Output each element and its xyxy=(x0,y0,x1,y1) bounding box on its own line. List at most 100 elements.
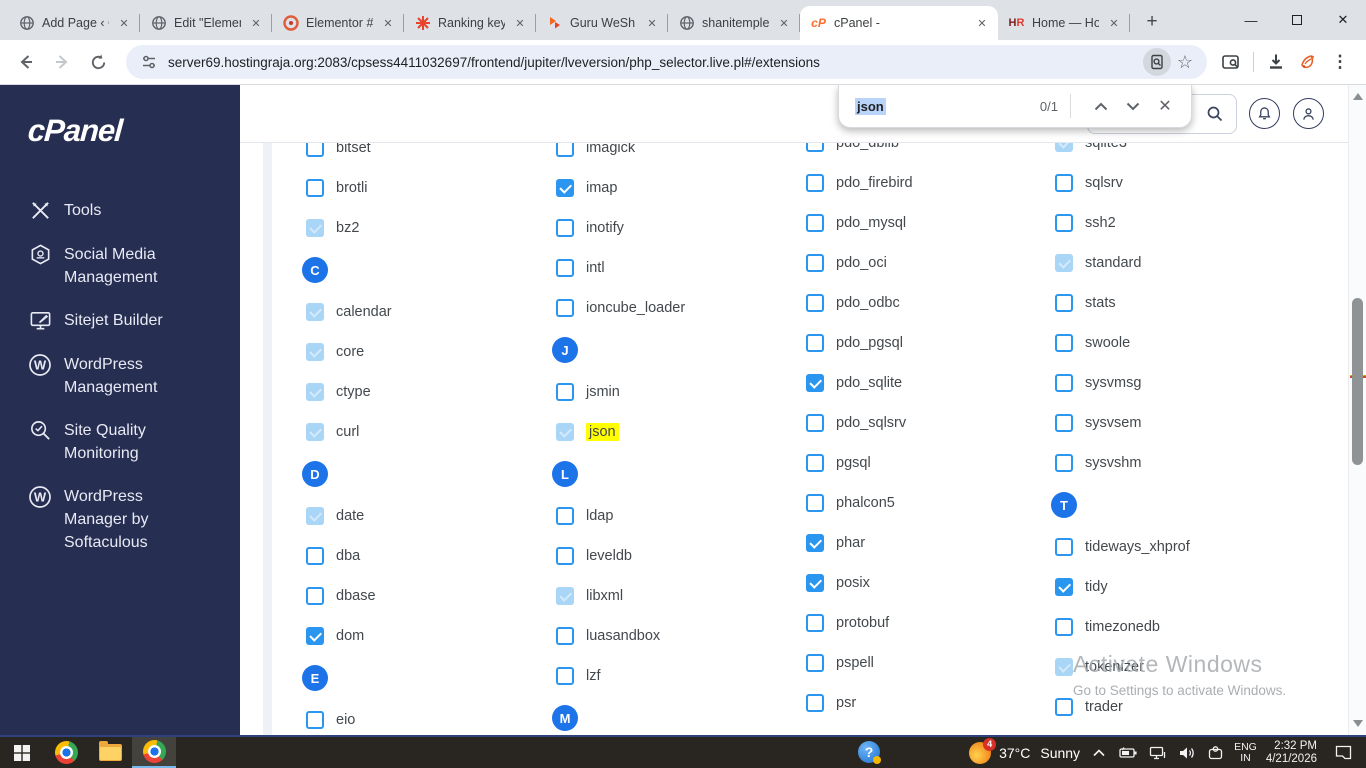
new-tab-button[interactable]: + xyxy=(1138,8,1166,36)
extension-checkbox-calendar[interactable] xyxy=(306,303,324,321)
sidebar-item-site-quality-monitoring[interactable]: Site Quality Monitoring xyxy=(0,409,240,475)
tab-close-icon[interactable]: ✕ xyxy=(512,15,528,31)
tab-close-icon[interactable]: ✕ xyxy=(776,15,792,31)
sidebar-item-social-media-management[interactable]: Social Media Management xyxy=(0,233,240,299)
minimize-button[interactable]: — xyxy=(1228,0,1274,40)
browser-tab[interactable]: Elementor #9✕ xyxy=(272,6,404,40)
extension-checkbox-pgsql[interactable] xyxy=(806,454,824,472)
inner-scrollbar-track[interactable] xyxy=(263,143,272,735)
battery-icon[interactable] xyxy=(1118,743,1138,763)
extension-checkbox-posix[interactable] xyxy=(806,574,824,592)
help-tray-icon[interactable]: ? xyxy=(858,741,880,763)
start-button[interactable] xyxy=(0,737,44,768)
extension-checkbox-pdo_pgsql[interactable] xyxy=(806,334,824,352)
search-tabs-icon[interactable] xyxy=(1215,46,1247,78)
device-link-icon[interactable] xyxy=(1205,743,1225,763)
volume-icon[interactable] xyxy=(1176,743,1196,763)
extension-checkbox-dba[interactable] xyxy=(306,547,324,565)
extension-checkbox-tideways_xhprof[interactable] xyxy=(1055,538,1073,556)
browser-tab[interactable]: Edit "Element✕ xyxy=(140,6,272,40)
site-settings-icon[interactable] xyxy=(140,53,158,71)
scroll-down-arrow[interactable] xyxy=(1353,720,1363,727)
extension-checkbox-sysvshm[interactable] xyxy=(1055,454,1073,472)
extension-checkbox-pdo_mysql[interactable] xyxy=(806,214,824,232)
extension-checkbox-tidy[interactable] xyxy=(1055,578,1073,596)
browser-tab[interactable]: shanitemple.c✕ xyxy=(668,6,800,40)
extension-checkbox-stats[interactable] xyxy=(1055,294,1073,312)
find-next-button[interactable] xyxy=(1119,92,1147,120)
extension-checkbox-psr[interactable] xyxy=(806,694,824,712)
extension-checkbox-tokenizer[interactable] xyxy=(1055,658,1073,676)
taskbar-explorer-button[interactable] xyxy=(88,737,132,768)
extension-checkbox-bz2[interactable] xyxy=(306,219,324,237)
close-window-button[interactable]: ✕ xyxy=(1320,0,1366,40)
notifications-bell-button[interactable] xyxy=(1249,98,1280,129)
weather-widget[interactable]: 4 37°C Sunny xyxy=(969,742,1080,764)
forward-button[interactable] xyxy=(46,46,78,78)
extension-checkbox-luasandbox[interactable] xyxy=(556,627,574,645)
extension-checkbox-json[interactable] xyxy=(556,423,574,441)
network-icon[interactable] xyxy=(1147,743,1167,763)
extension-checkbox-date[interactable] xyxy=(306,507,324,525)
downloads-icon[interactable] xyxy=(1260,46,1292,78)
extension-checkbox-timezonedb[interactable] xyxy=(1055,618,1073,636)
action-center-button[interactable] xyxy=(1326,737,1360,768)
extension-checkbox-intl[interactable] xyxy=(556,259,574,277)
find-in-page-indicator-icon[interactable] xyxy=(1143,48,1171,76)
scrollbar-thumb[interactable] xyxy=(1352,298,1363,465)
reload-button[interactable] xyxy=(82,46,114,78)
extension-checkbox-pspell[interactable] xyxy=(806,654,824,672)
extension-checkbox-ioncube_loader[interactable] xyxy=(556,299,574,317)
extension-icon[interactable] xyxy=(1292,46,1324,78)
extension-checkbox-inotify[interactable] xyxy=(556,219,574,237)
extension-checkbox-pdo_sqlite[interactable] xyxy=(806,374,824,392)
browser-menu-icon[interactable]: ⋮ xyxy=(1324,46,1356,78)
browser-tab[interactable]: Guru WeSh V✕ xyxy=(536,6,668,40)
extension-checkbox-swoole[interactable] xyxy=(1055,334,1073,352)
sidebar-item-wordpress-management[interactable]: WWordPress Management xyxy=(0,343,240,409)
tray-overflow-chevron-icon[interactable] xyxy=(1089,743,1109,763)
maximize-button[interactable] xyxy=(1274,0,1320,40)
extension-checkbox-curl[interactable] xyxy=(306,423,324,441)
extension-checkbox-ssh2[interactable] xyxy=(1055,214,1073,232)
browser-tab[interactable]: HRHome — Hos✕ xyxy=(998,6,1130,40)
url-text[interactable]: server69.hostingraja.org:2083/cpsess4411… xyxy=(168,55,1143,70)
extension-checkbox-sqlsrv[interactable] xyxy=(1055,174,1073,192)
extension-checkbox-jsmin[interactable] xyxy=(556,383,574,401)
extension-checkbox-imap[interactable] xyxy=(556,179,574,197)
tab-close-icon[interactable]: ✕ xyxy=(644,15,660,31)
extension-checkbox-dbase[interactable] xyxy=(306,587,324,605)
extension-checkbox-pdo_firebird[interactable] xyxy=(806,174,824,192)
find-close-button[interactable]: ✕ xyxy=(1151,92,1179,120)
scroll-up-arrow[interactable] xyxy=(1353,93,1363,100)
tab-close-icon[interactable]: ✕ xyxy=(248,15,264,31)
taskbar-chrome-active-button[interactable] xyxy=(132,737,176,768)
browser-tab[interactable]: cPcPanel -✕ xyxy=(800,6,998,40)
tab-close-icon[interactable]: ✕ xyxy=(116,15,132,31)
sidebar-item-wordpress-manager-by-softaculous[interactable]: WWordPress Manager by Softaculous xyxy=(0,475,240,564)
extension-checkbox-pdo_oci[interactable] xyxy=(806,254,824,272)
extension-checkbox-protobuf[interactable] xyxy=(806,614,824,632)
tab-close-icon[interactable]: ✕ xyxy=(1106,15,1122,31)
extension-checkbox-brotli[interactable] xyxy=(306,179,324,197)
extension-checkbox-sysvsem[interactable] xyxy=(1055,414,1073,432)
tab-close-icon[interactable]: ✕ xyxy=(380,15,396,31)
extension-checkbox-dom[interactable] xyxy=(306,627,324,645)
extension-checkbox-eio[interactable] xyxy=(306,711,324,729)
find-query-input[interactable]: json xyxy=(855,98,886,115)
browser-tab[interactable]: Add Page ‹ G✕ xyxy=(8,6,140,40)
browser-tab[interactable]: Ranking keyw✕ xyxy=(404,6,536,40)
extension-checkbox-lzf[interactable] xyxy=(556,667,574,685)
user-account-button[interactable] xyxy=(1293,98,1324,129)
language-indicator[interactable]: ENG IN xyxy=(1234,742,1257,764)
extension-checkbox-core[interactable] xyxy=(306,343,324,361)
sidebar-item-sitejet-builder[interactable]: Sitejet Builder xyxy=(0,299,240,343)
extension-checkbox-phar[interactable] xyxy=(806,534,824,552)
taskbar-chrome-button[interactable] xyxy=(44,737,88,768)
sidebar-item-tools[interactable]: Tools xyxy=(0,189,240,233)
find-previous-button[interactable] xyxy=(1087,92,1115,120)
bookmark-star-icon[interactable]: ☆ xyxy=(1171,48,1199,76)
address-bar[interactable]: server69.hostingraja.org:2083/cpsess4411… xyxy=(126,45,1207,79)
extension-checkbox-ctype[interactable] xyxy=(306,383,324,401)
taskbar-clock[interactable]: 2:32 PM 4/21/2026 xyxy=(1266,740,1317,765)
